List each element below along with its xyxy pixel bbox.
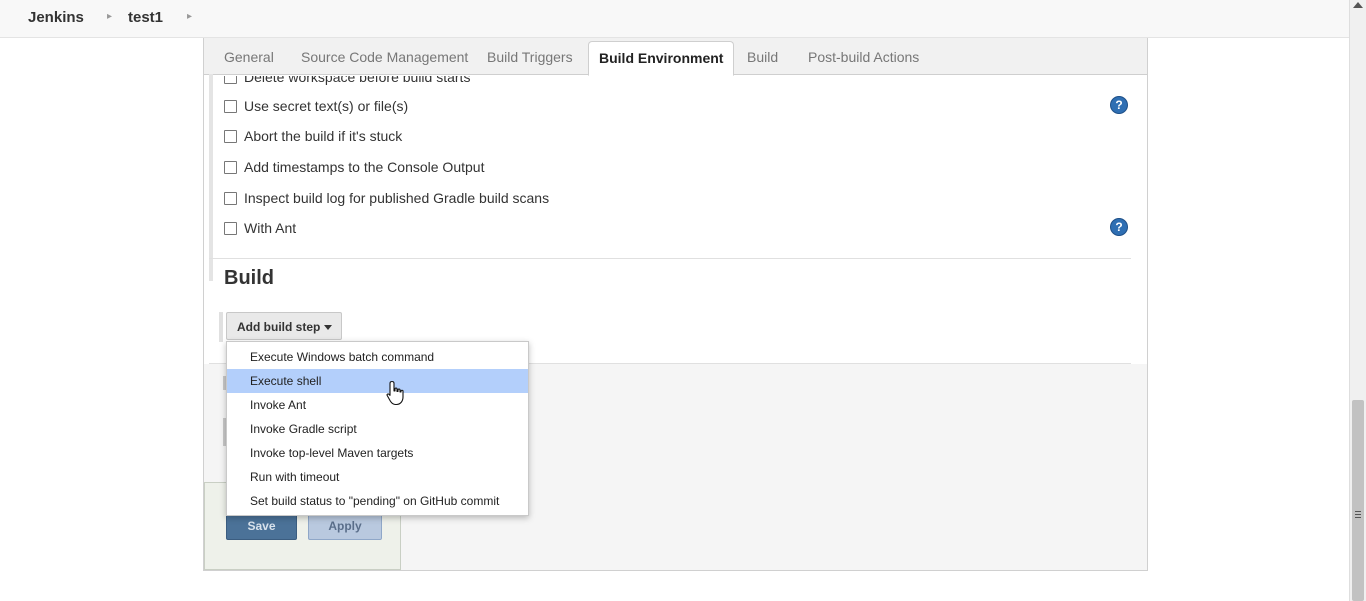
menu-item-execute-shell[interactable]: Execute shell [227, 369, 528, 393]
step-indent-bar [219, 312, 223, 342]
tab-build[interactable]: Build [747, 49, 778, 65]
menu-item-invoke-ant[interactable]: Invoke Ant [227, 393, 528, 417]
grip-line [1355, 511, 1361, 512]
checkbox[interactable] [224, 99, 237, 113]
help-icon[interactable]: ? [1110, 218, 1128, 236]
scroll-up-arrow-icon[interactable] [1353, 2, 1363, 8]
menu-item-set-build-status-pending[interactable]: Set build status to "pending" on GitHub … [227, 489, 528, 513]
scroll-thumb[interactable] [1352, 400, 1364, 601]
menu-item-invoke-gradle[interactable]: Invoke Gradle script [227, 417, 528, 441]
option-inspect-gradle-scans[interactable]: Inspect build log for published Gradle b… [224, 190, 549, 206]
checkbox[interactable] [224, 191, 237, 205]
config-tabbar: General Source Code Management Build Tri… [204, 38, 1147, 76]
add-build-step-menu: Execute Windows batch command Execute sh… [226, 341, 529, 516]
option-add-timestamps[interactable]: Add timestamps to the Console Output [224, 159, 484, 175]
grip-line [1355, 514, 1361, 515]
breadcrumb-separator-icon: ▸ [107, 11, 113, 22]
section-indent-bar [209, 74, 213, 281]
breadcrumb-separator-icon: ▸ [187, 11, 193, 22]
option-abort-if-stuck[interactable]: Abort the build if it's stuck [224, 128, 402, 144]
menu-item-run-with-timeout[interactable]: Run with timeout [227, 465, 528, 489]
breadcrumb-jenkins[interactable]: Jenkins [28, 9, 84, 26]
checkbox[interactable] [224, 129, 237, 143]
help-icon[interactable]: ? [1110, 96, 1128, 114]
add-build-step-button[interactable]: Add build step [226, 312, 342, 340]
section-divider [209, 258, 1131, 259]
tab-post-build-actions[interactable]: Post-build Actions [808, 49, 919, 65]
caret-down-icon [324, 325, 332, 330]
menu-item-execute-windows-batch[interactable]: Execute Windows batch command [227, 345, 528, 369]
checkbox[interactable] [224, 221, 237, 235]
tab-general[interactable]: General [224, 49, 274, 65]
build-section-title: Build [224, 267, 274, 289]
hand-pointer-icon [386, 380, 404, 406]
breadcrumb-test1[interactable]: test1 [128, 9, 163, 26]
option-with-ant[interactable]: With Ant [224, 220, 296, 236]
vertical-scrollbar[interactable] [1349, 0, 1366, 601]
menu-item-invoke-maven[interactable]: Invoke top-level Maven targets [227, 441, 528, 465]
tab-build-triggers[interactable]: Build Triggers [487, 49, 573, 65]
tab-source-code-management[interactable]: Source Code Management [301, 49, 468, 65]
grip-line [1355, 517, 1361, 518]
tab-build-environment[interactable]: Build Environment [588, 41, 735, 76]
checkbox[interactable] [224, 160, 237, 174]
breadcrumb-bar: Jenkins ▸ test1 ▸ [0, 0, 1349, 38]
option-use-secret-text[interactable]: Use secret text(s) or file(s) [224, 98, 408, 114]
